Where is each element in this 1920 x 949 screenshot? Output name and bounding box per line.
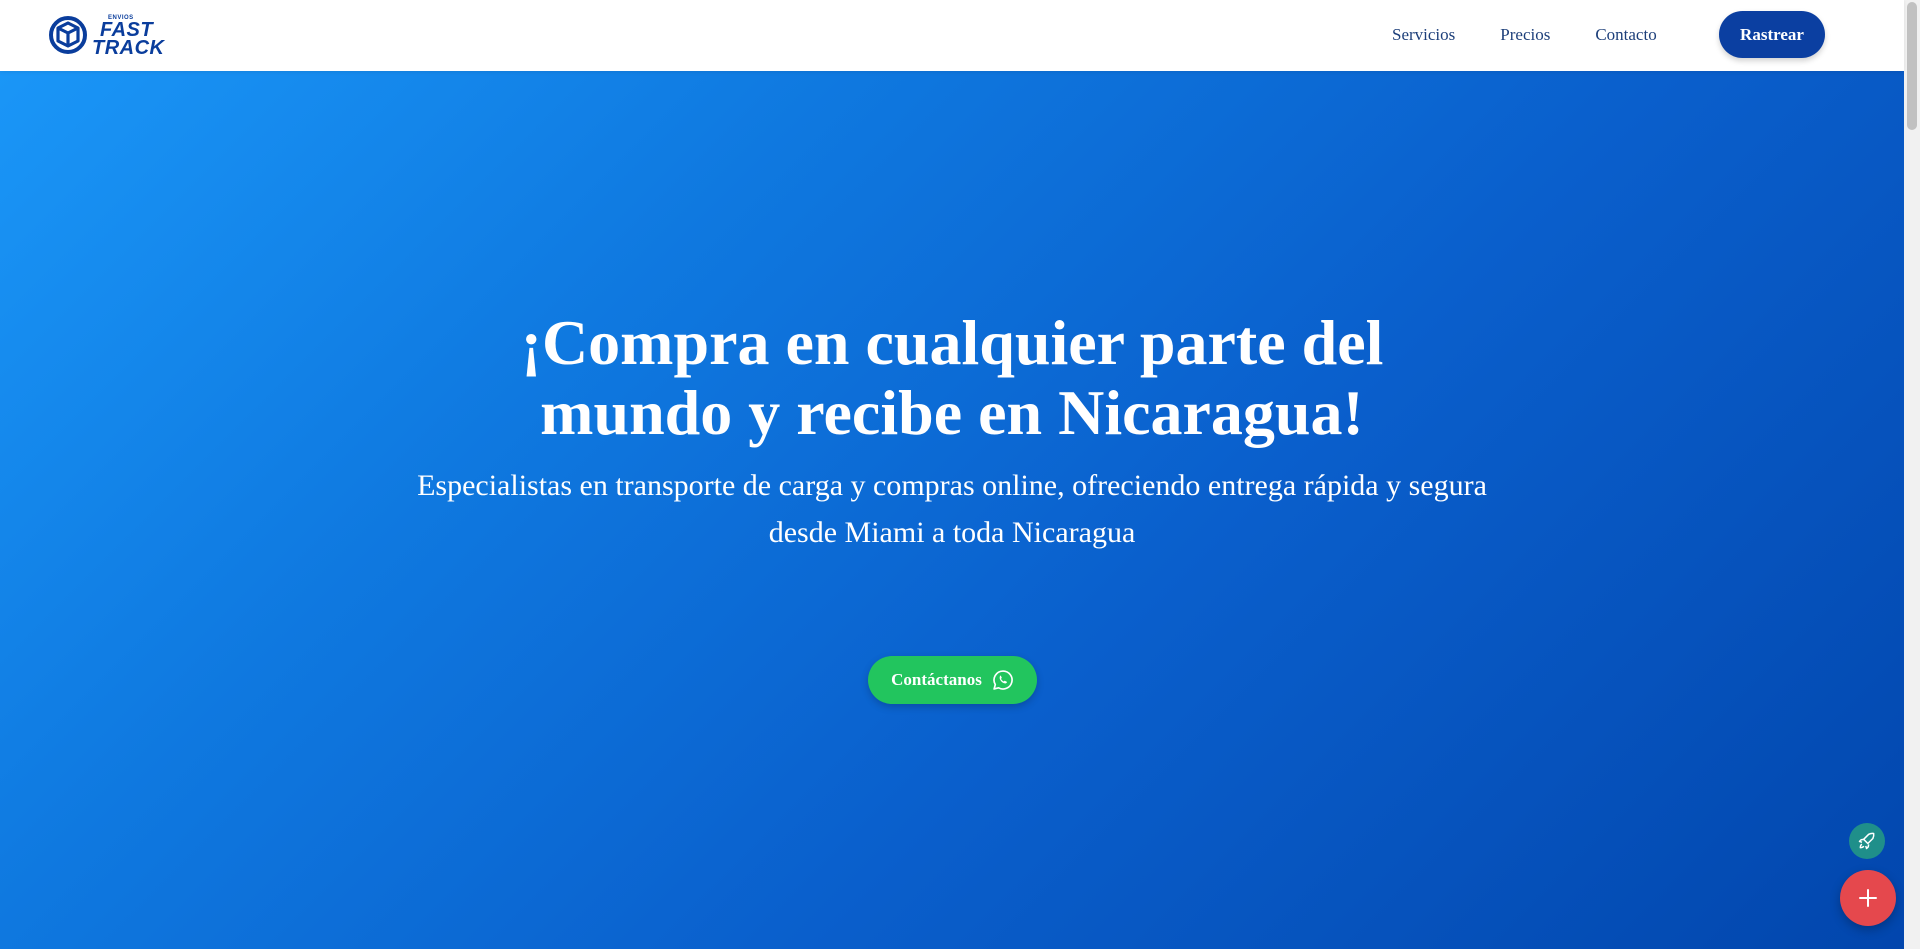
scrollbar-thumb[interactable] [1907, 2, 1917, 130]
nav-link-precios[interactable]: Precios [1500, 24, 1550, 46]
logo-wordmark: ENVIOS FAST TRACK [90, 12, 176, 58]
nav-link-servicios[interactable]: Servicios [1392, 24, 1455, 46]
track-button[interactable]: Rastrear [1719, 11, 1825, 58]
box-logo-icon [49, 16, 87, 54]
rocket-button[interactable] [1849, 823, 1885, 859]
add-button[interactable] [1840, 870, 1896, 926]
nav-link-contacto[interactable]: Contacto [1595, 24, 1656, 46]
page: ENVIOS FAST TRACK Servicios Precios Cont… [0, 0, 1920, 949]
whatsapp-icon [993, 670, 1013, 690]
page-scrollbar[interactable] [1904, 0, 1920, 949]
logo-line-track: TRACK [92, 37, 165, 59]
hero-subtitle: Especialistas en transporte de carga y c… [417, 469, 1487, 549]
contact-button-label: Contáctanos [891, 670, 982, 689]
main-nav: Servicios Precios Contacto [1392, 24, 1702, 46]
site-header: ENVIOS FAST TRACK Servicios Precios Cont… [0, 0, 1904, 71]
plus-icon [1859, 889, 1877, 907]
contact-button[interactable]: Contáctanos [868, 656, 1037, 704]
rocket-icon [1858, 832, 1875, 850]
logo[interactable]: ENVIOS FAST TRACK [48, 12, 178, 58]
hero-title: ¡Compra en cualquier parte del mundo y r… [520, 307, 1384, 448]
